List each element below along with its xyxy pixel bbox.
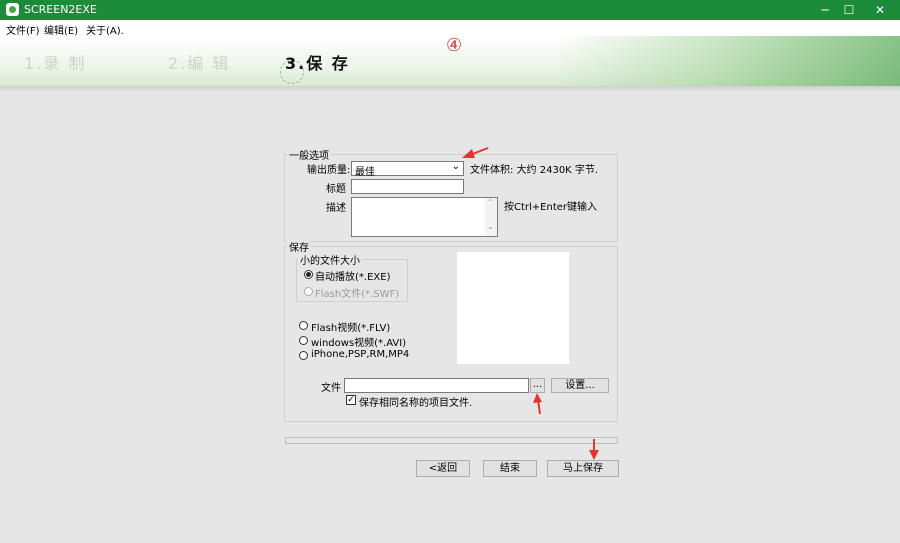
arrow-quality-head <box>462 149 475 158</box>
annotation-arrows <box>462 147 599 460</box>
arrow-save-head <box>589 450 599 460</box>
arrow-browse-head <box>533 393 542 403</box>
